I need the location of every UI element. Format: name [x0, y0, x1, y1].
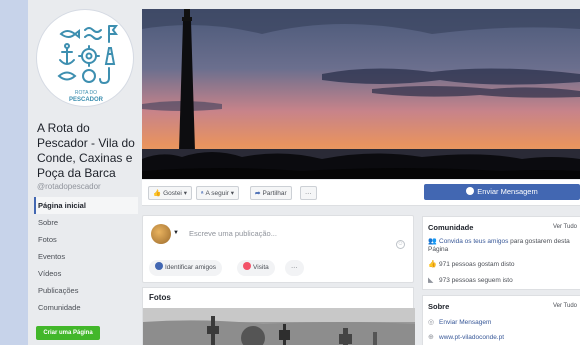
create-page-button[interactable]: Criar uma Página	[36, 326, 100, 340]
post-composer: ▼ Escreve uma publicação... ☺ Identifica…	[142, 215, 414, 283]
smile-icon[interactable]: ☺	[396, 240, 405, 249]
about-send-message-link[interactable]: Enviar Mensagem	[439, 319, 491, 326]
left-edge-strip	[0, 0, 28, 345]
photo-thumbnail[interactable]	[143, 308, 415, 345]
follows-count: 973 pessoas seguem isto	[439, 277, 513, 284]
nav-item-photos[interactable]: Fotos	[34, 231, 138, 248]
about-message-row: ◎ Enviar Mensagem	[428, 319, 491, 327]
invite-friends-link[interactable]: Convida os teus amigos	[439, 238, 508, 245]
follows-row: ◣ 973 pessoas seguem isto	[428, 277, 513, 285]
page-handle: @rotadopescador	[37, 182, 101, 191]
nav-item-about[interactable]: Sobre	[34, 214, 138, 231]
page-title[interactable]: A Rota do Pescador - Vila do Conde, Caxi…	[37, 121, 141, 181]
community-see-all-link[interactable]: Ver Tudo	[553, 224, 577, 230]
about-see-all-link[interactable]: Ver Tudo	[553, 303, 577, 309]
rss-icon: ᵃ	[201, 190, 204, 197]
likes-row: 👍 971 pessoas gostam disto	[428, 261, 515, 269]
tag-friends-label: Identificar amigos	[165, 264, 216, 271]
visit-label: Visita	[253, 264, 269, 271]
community-title: Comunidade	[428, 223, 474, 232]
nav-item-home[interactable]: Página inicial	[34, 197, 138, 214]
cover-photo[interactable]	[142, 9, 580, 179]
nav-item-community[interactable]: Comunidade	[34, 299, 138, 316]
about-card: Sobre Ver Tudo ◎ Enviar Mensagem ⊕ www.pt-…	[422, 295, 580, 345]
globe-icon: ⊕	[428, 334, 434, 341]
thumbs-up-icon: 👍	[153, 190, 162, 197]
follow-label: A seguir	[205, 190, 229, 197]
send-message-button[interactable]: Enviar Mensagem	[424, 184, 580, 200]
photos-title[interactable]: Fotos	[149, 293, 171, 302]
messenger-icon: ◎	[428, 319, 435, 326]
tag-friends-button[interactable]: Identificar amigos	[149, 260, 222, 276]
page-profile-logo[interactable]: ROTA DO PESCADOR	[36, 9, 134, 107]
nav-item-videos[interactable]: Vídeos	[34, 265, 138, 282]
photos-section: Fotos	[142, 287, 415, 345]
tag-friends-icon	[155, 262, 163, 270]
location-pin-icon	[243, 262, 251, 270]
like-button[interactable]: 👍 Gostei ▾	[148, 186, 192, 200]
page-action-bar: 👍 Gostei ▾ ᵃA seguir ▾ ➦ Partilhar ··· Env…	[142, 180, 580, 206]
follow-button[interactable]: ᵃA seguir ▾	[196, 186, 240, 200]
thumbs-up-icon: 👍	[428, 261, 437, 268]
share-icon: ➦	[255, 190, 261, 197]
more-actions-button[interactable]: ···	[300, 186, 317, 200]
invite-friends-row: 👥 Convida os teus amigos para gostarem de…	[428, 238, 578, 254]
composer-more-button[interactable]: ···	[285, 260, 304, 276]
about-title: Sobre	[428, 302, 450, 311]
share-label: Partilhar	[262, 190, 287, 197]
community-card: Comunidade Ver Tudo 👥 Convida os teus ami…	[422, 216, 580, 290]
page-nav: Página inicial Sobre Fotos Eventos Vídeo…	[34, 197, 138, 316]
likes-count: 971 pessoas gostam disto	[439, 261, 515, 268]
like-label: Gostei	[163, 190, 182, 197]
send-message-label: Enviar Mensagem	[477, 187, 538, 196]
visit-button[interactable]: Visita	[237, 260, 275, 276]
nav-item-posts[interactable]: Publicações	[34, 282, 138, 299]
chevron-down-icon[interactable]: ▼	[173, 230, 179, 236]
share-button[interactable]: ➦ Partilhar	[250, 186, 292, 200]
nav-item-events[interactable]: Eventos	[34, 248, 138, 265]
avatar	[151, 224, 171, 244]
website-link[interactable]: www.pt-viladoconde.pt	[439, 334, 504, 341]
logo-text-line-2: PESCADOR	[69, 97, 104, 103]
about-website-row: ⊕ www.pt-viladoconde.pt	[428, 334, 504, 342]
post-input[interactable]: Escreve uma publicação...	[189, 229, 277, 238]
rss-icon: ◣	[428, 277, 434, 284]
messenger-icon	[466, 187, 475, 195]
people-icon: 👥	[428, 238, 437, 245]
logo-text-line-1: ROTA DO	[75, 90, 97, 96]
